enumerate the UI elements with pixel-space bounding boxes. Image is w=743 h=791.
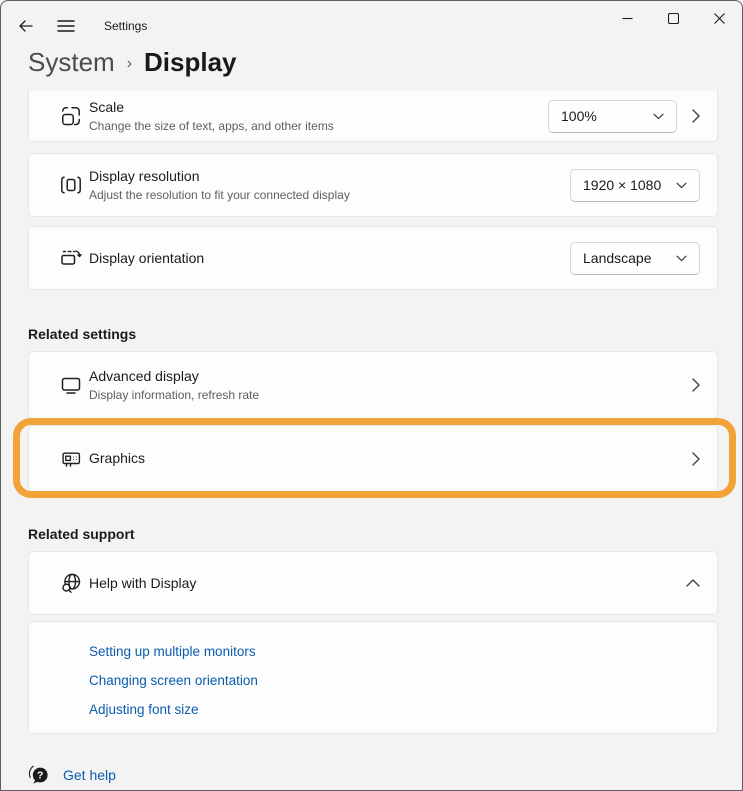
scale-card[interactable]: Scale Change the size of text, apps, and… <box>28 91 718 142</box>
display-resolution-dropdown[interactable]: 1920 × 1080 <box>570 169 700 202</box>
minimize-button[interactable] <box>604 1 650 35</box>
chevron-right-icon <box>692 109 700 123</box>
chevron-right-icon <box>692 378 700 392</box>
maximize-icon <box>668 13 679 24</box>
display-orientation-card: Display orientation Landscape <box>28 226 718 290</box>
back-arrow-icon <box>18 18 34 34</box>
get-help-icon: ? <box>28 764 49 785</box>
related-support-header: Related support <box>28 526 135 542</box>
help-links-panel: Setting up multiple monitors Changing sc… <box>28 621 718 734</box>
breadcrumb-separator-icon: › <box>127 55 132 73</box>
chevron-up-icon <box>686 579 700 587</box>
display-orientation-dropdown[interactable]: Landscape <box>570 242 700 275</box>
display-orientation-title: Display orientation <box>89 249 204 268</box>
title-bar: Settings <box>1 1 742 49</box>
display-resolution-subtitle: Adjust the resolution to fit your connec… <box>89 187 350 203</box>
help-with-display-card[interactable]: Help with Display <box>28 551 718 615</box>
get-help-row[interactable]: ? Get help <box>28 764 116 785</box>
breadcrumb: System › Display <box>28 47 237 78</box>
help-globe-search-icon <box>59 571 83 595</box>
scale-dropdown-value: 100% <box>561 108 597 124</box>
back-button[interactable] <box>10 10 42 42</box>
help-with-display-title: Help with Display <box>89 574 196 593</box>
display-resolution-card: Display resolution Adjust the resolution… <box>28 153 718 217</box>
window-controls <box>604 1 742 35</box>
display-orientation-dropdown-value: Landscape <box>583 250 652 266</box>
graphics-card[interactable]: Graphics <box>28 425 718 492</box>
chevron-down-icon <box>653 113 664 120</box>
scale-dropdown[interactable]: 100% <box>548 100 677 133</box>
chevron-down-icon <box>676 255 687 262</box>
app-title: Settings <box>104 19 147 33</box>
breadcrumb-system[interactable]: System <box>28 47 115 78</box>
display-orientation-icon <box>59 246 83 270</box>
maximize-button[interactable] <box>650 1 696 35</box>
graphics-gpu-icon <box>59 447 83 471</box>
scale-icon <box>59 104 83 128</box>
svg-text:?: ? <box>37 770 43 782</box>
scale-subtitle: Change the size of text, apps, and other… <box>89 118 334 134</box>
help-link-font-size[interactable]: Adjusting font size <box>89 701 199 718</box>
settings-window: { "window": { "app_title": "Settings", "… <box>0 0 743 791</box>
hamburger-menu-icon <box>57 19 75 33</box>
display-resolution-title: Display resolution <box>89 167 350 186</box>
advanced-display-icon <box>59 373 83 397</box>
close-icon <box>714 13 725 24</box>
navigation-menu-button[interactable] <box>50 10 82 42</box>
get-help-label[interactable]: Get help <box>63 767 116 783</box>
graphics-title: Graphics <box>89 449 145 468</box>
scale-title: Scale <box>89 98 334 117</box>
display-resolution-dropdown-value: 1920 × 1080 <box>583 177 661 193</box>
chevron-right-icon <box>692 452 700 466</box>
help-link-multiple-monitors[interactable]: Setting up multiple monitors <box>89 643 256 660</box>
advanced-display-title: Advanced display <box>89 367 259 386</box>
related-settings-header: Related settings <box>28 326 136 342</box>
help-link-screen-orientation[interactable]: Changing screen orientation <box>89 672 258 689</box>
advanced-display-card[interactable]: Advanced display Display information, re… <box>28 351 718 419</box>
chevron-down-icon <box>676 182 687 189</box>
display-resolution-icon <box>59 173 83 197</box>
advanced-display-subtitle: Display information, refresh rate <box>89 387 259 403</box>
minimize-icon <box>622 13 633 24</box>
page-title: Display <box>144 47 237 78</box>
close-button[interactable] <box>696 1 742 35</box>
